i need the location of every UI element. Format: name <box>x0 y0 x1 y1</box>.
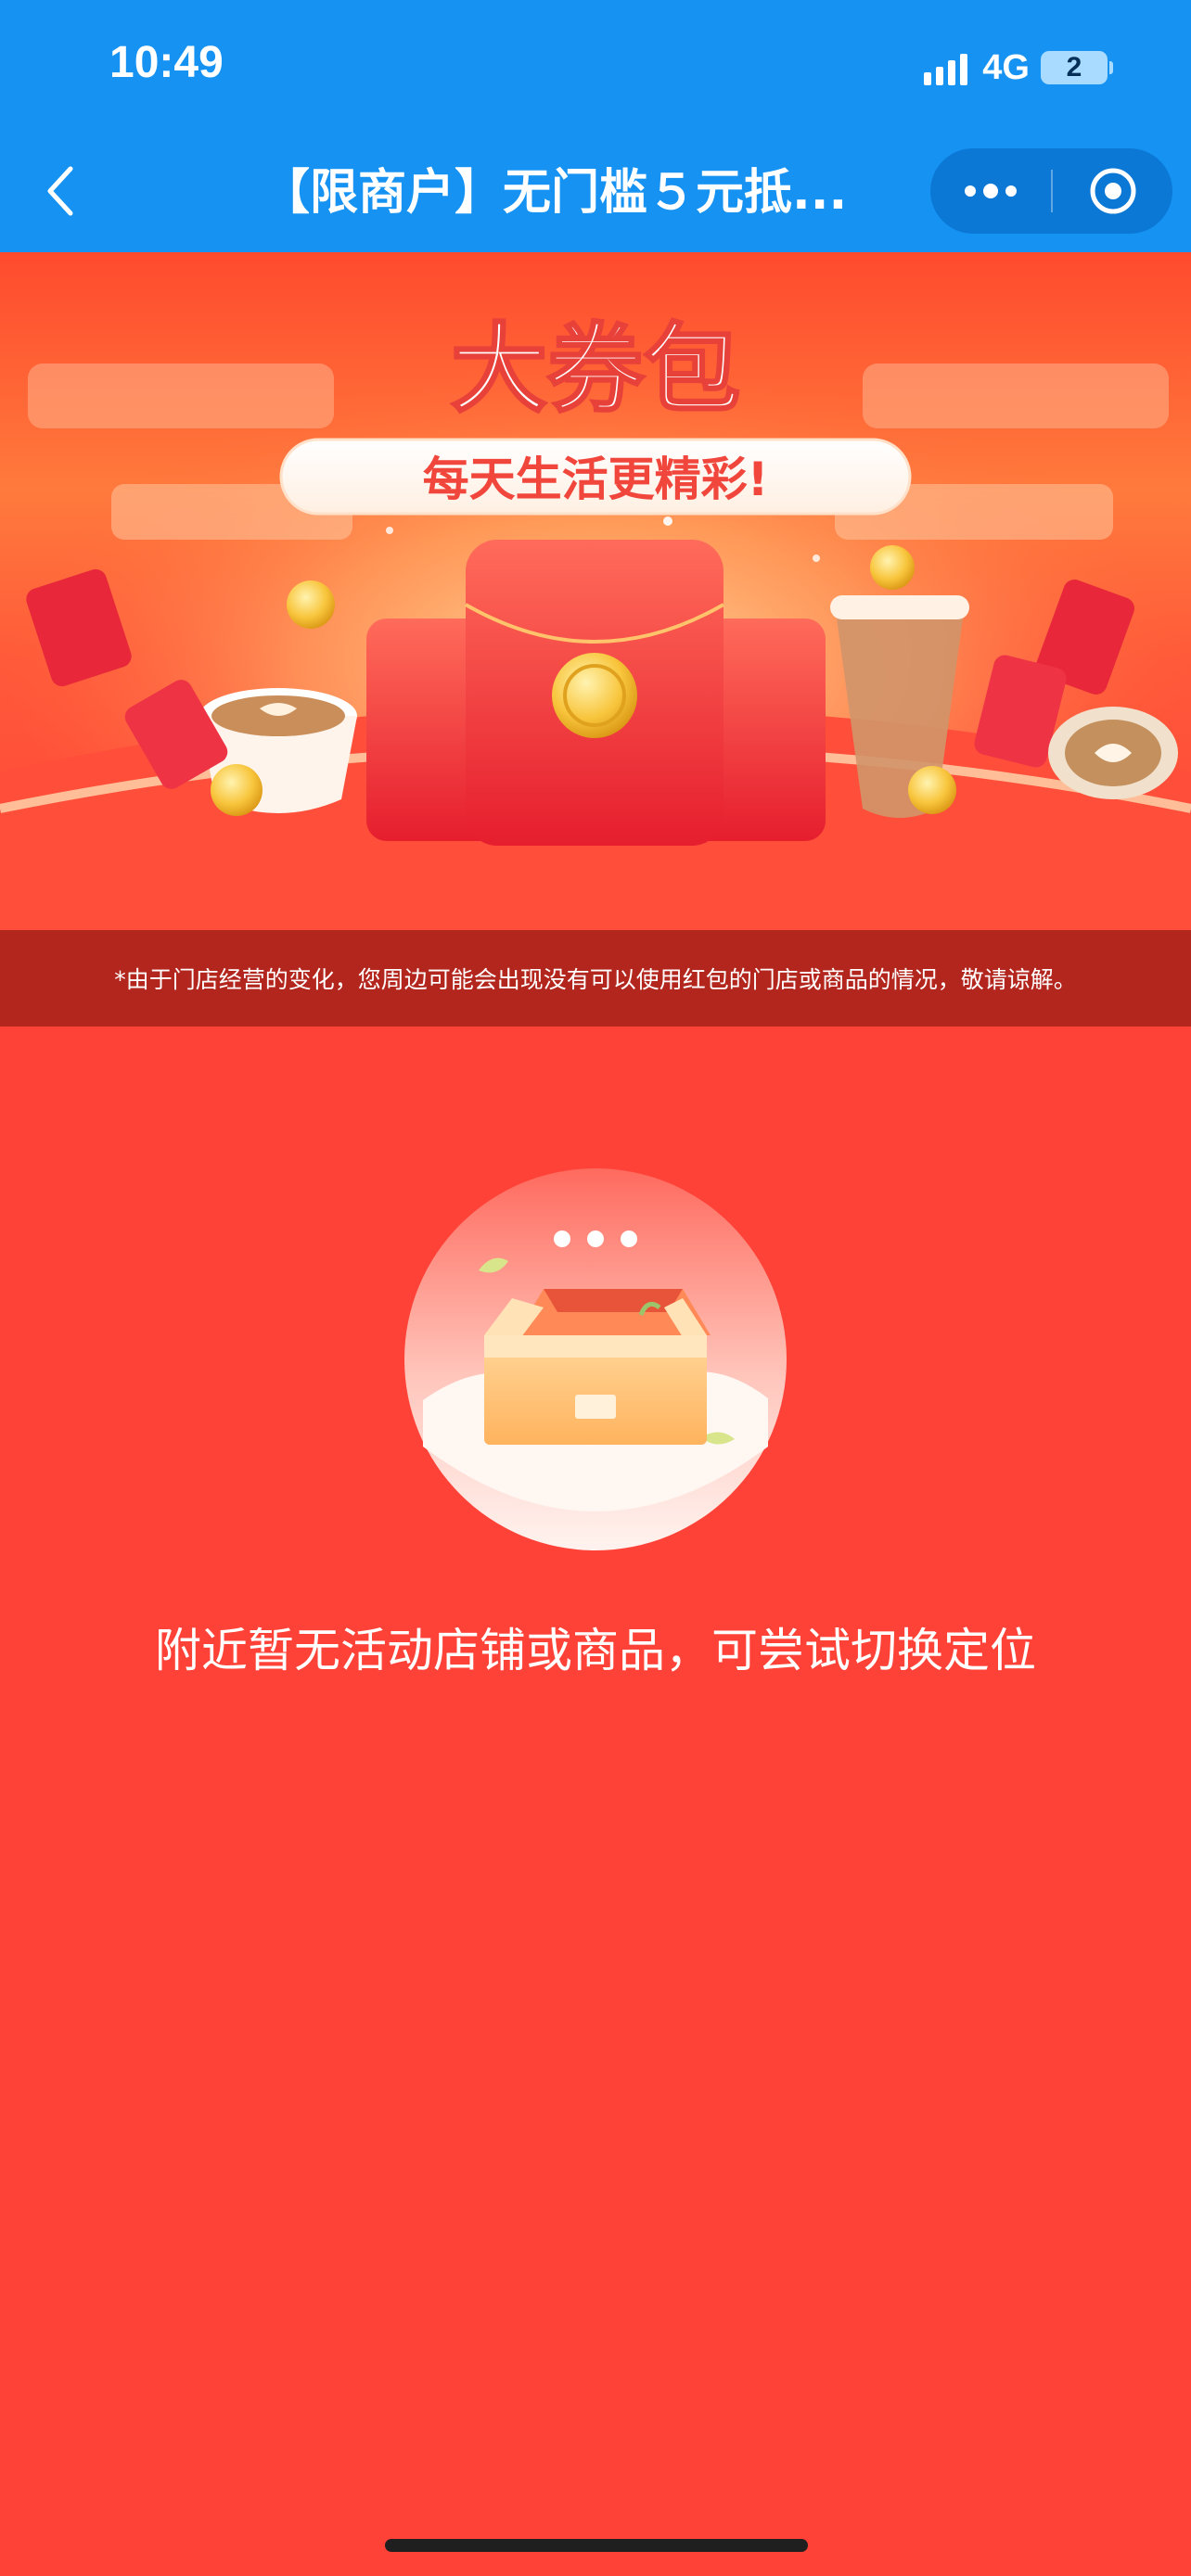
home-indicator[interactable] <box>385 2539 808 2552</box>
notice-bar: *由于门店经营的变化，您周边可能会出现没有可以使用红包的门店或商品的情况，敬请谅… <box>0 930 1191 1027</box>
network-type: 4G <box>982 47 1030 87</box>
more-button[interactable] <box>930 148 1051 234</box>
empty-box-icon <box>404 1168 787 1550</box>
signal-icon <box>924 50 968 85</box>
target-close-icon <box>1090 168 1135 214</box>
more-dots-icon <box>965 184 1017 198</box>
chevron-left-icon <box>47 166 73 216</box>
status-indicators: 4G 2 <box>924 45 1113 91</box>
back-button[interactable] <box>33 156 89 226</box>
promo-banner: 大券包 每天生活更精彩! <box>0 252 1191 931</box>
battery-tip <box>1109 61 1113 74</box>
status-time: 10:49 <box>109 38 224 87</box>
empty-state-message: 附近暂无活动店铺或商品，可尝试切换定位 <box>155 1624 1036 1677</box>
banner-subtitle: 每天生活更精彩! <box>423 453 769 506</box>
banner-illustration: 大券包 每天生活更精彩! <box>0 252 1191 931</box>
banner-title: 大券包 <box>451 312 740 426</box>
battery-level: 2 <box>1066 52 1082 83</box>
close-button[interactable] <box>1053 148 1172 234</box>
top-header: 10:49 4G 2 【限商户】无门槛５元抵... <box>0 0 1191 252</box>
notice-text: *由于门店经营的变化，您周边可能会出现没有可以使用红包的门店或商品的情况，敬请谅… <box>114 966 1077 993</box>
page-title: 【限商户】无门槛５元抵... <box>262 165 848 221</box>
mini-program-capsule <box>930 148 1172 234</box>
battery-icon: 2 <box>1041 51 1108 84</box>
